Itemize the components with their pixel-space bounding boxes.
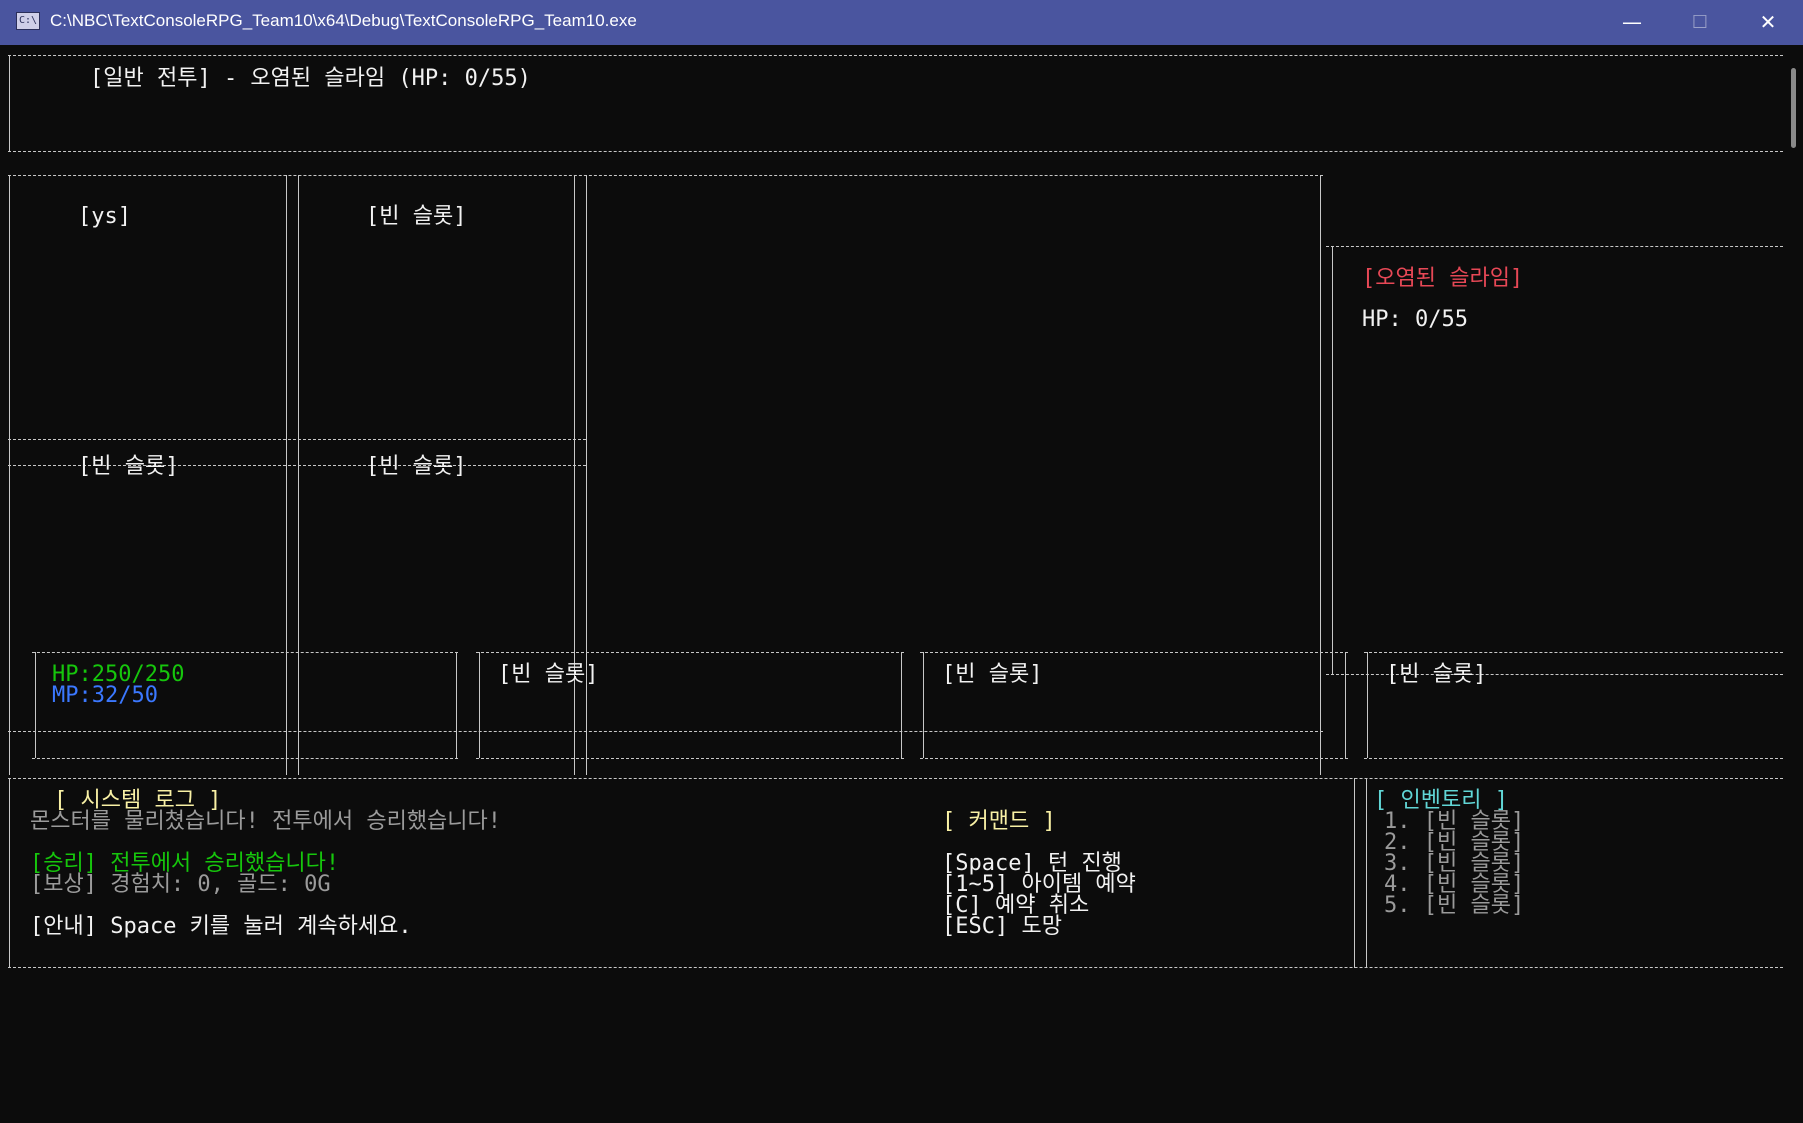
- status-slot-4[interactable]: [빈 슬롯]: [1386, 663, 1486, 687]
- header-bottom-border: [8, 151, 1783, 152]
- enemy-hp: HP: 0/55: [1362, 307, 1468, 332]
- scrollbar-thumb[interactable]: [1791, 68, 1796, 148]
- window-title: C:\NBC\TextConsoleRPG_Team10\x64\Debug\T…: [50, 11, 637, 30]
- log-line-reward: [보상] 경험치: 0, 골드: 0G: [30, 872, 331, 897]
- inventory-divider-b: [1366, 778, 1367, 968]
- status-box-4-top: [1364, 652, 1783, 653]
- status-box-3-left: [923, 652, 924, 758]
- console-area: [일반 전투] - 오염된 슬라임 (HP: 0/55) [ys] [빈 슬롯]…: [0, 45, 1785, 1123]
- inventory-item-5[interactable]: 5. [빈 슬롯]: [1384, 894, 1524, 918]
- console-app-icon: C:\: [16, 12, 40, 30]
- status-box-1-left: [35, 652, 36, 758]
- inventory-divider-a: [1354, 778, 1355, 968]
- enemy-panel-left-border: [1332, 246, 1333, 675]
- status-slot-2[interactable]: [빈 슬롯]: [498, 663, 598, 687]
- bottom-panel-top-border: [8, 778, 1783, 779]
- log-line: 몬스터를 물리쳤습니다! 전투에서 승리했습니다!: [30, 809, 502, 834]
- window-titlebar: C:\ C:\NBC\TextConsoleRPG_Team10\x64\Deb…: [0, 0, 1803, 45]
- grid-divider-1a: [286, 175, 287, 775]
- grid-bottom-border: [8, 731, 1323, 732]
- log-line-guide: [안내] Space 키를 눌러 계속하세요.: [30, 914, 412, 939]
- bottom-panel-bottom-border: [8, 967, 1783, 968]
- header-left-border: [9, 55, 10, 152]
- status-box-3-right: [1345, 652, 1346, 758]
- status-box-4-left: [1367, 652, 1368, 758]
- status-box-4-bottom: [1364, 758, 1783, 759]
- status-box-3-top: [920, 652, 1348, 653]
- status-box-2-top: [476, 652, 904, 653]
- status-slot-3[interactable]: [빈 슬롯]: [942, 663, 1042, 687]
- status-box-3-bottom: [920, 758, 1348, 759]
- battlefield-right-border: [1320, 175, 1321, 775]
- maximize-button[interactable]: ☐: [1666, 0, 1734, 45]
- status-box-2-right: [901, 652, 902, 758]
- header-top-border: [8, 55, 1783, 56]
- grid-top-border: [8, 175, 1323, 176]
- battle-header-title: [일반 전투] - 오염된 슬라임 (HP: 0/55): [90, 66, 531, 91]
- bottom-panel-left-border: [9, 778, 10, 968]
- close-button[interactable]: ✕: [1734, 0, 1802, 45]
- player-mp: MP:32/50: [52, 683, 158, 708]
- status-box-2-bottom: [476, 758, 904, 759]
- minimize-button[interactable]: —: [1598, 0, 1666, 45]
- status-box-2-left: [479, 652, 480, 758]
- command-escape: [ESC] 도망: [942, 914, 1062, 939]
- vertical-scrollbar[interactable]: [1786, 48, 1800, 1118]
- party-slot-3[interactable]: [빈 슬롯]: [78, 455, 178, 479]
- party-slot-4[interactable]: [빈 슬롯]: [366, 455, 466, 479]
- party-slot-1[interactable]: [ys]: [78, 205, 131, 229]
- enemy-name: [오염된 슬라임]: [1362, 266, 1524, 291]
- grid-divider-1b: [298, 175, 299, 775]
- enemy-panel-top-border: [1326, 246, 1783, 247]
- grid-mid-border-a: [8, 439, 586, 440]
- commands-title: [ 커맨드 ]: [942, 809, 1056, 834]
- status-box-1-bottom: [32, 758, 458, 759]
- status-box-1-top: [32, 652, 458, 653]
- status-box-1-right: [456, 652, 457, 758]
- party-slot-2[interactable]: [빈 슬롯]: [366, 205, 466, 229]
- grid-left-border: [9, 175, 10, 775]
